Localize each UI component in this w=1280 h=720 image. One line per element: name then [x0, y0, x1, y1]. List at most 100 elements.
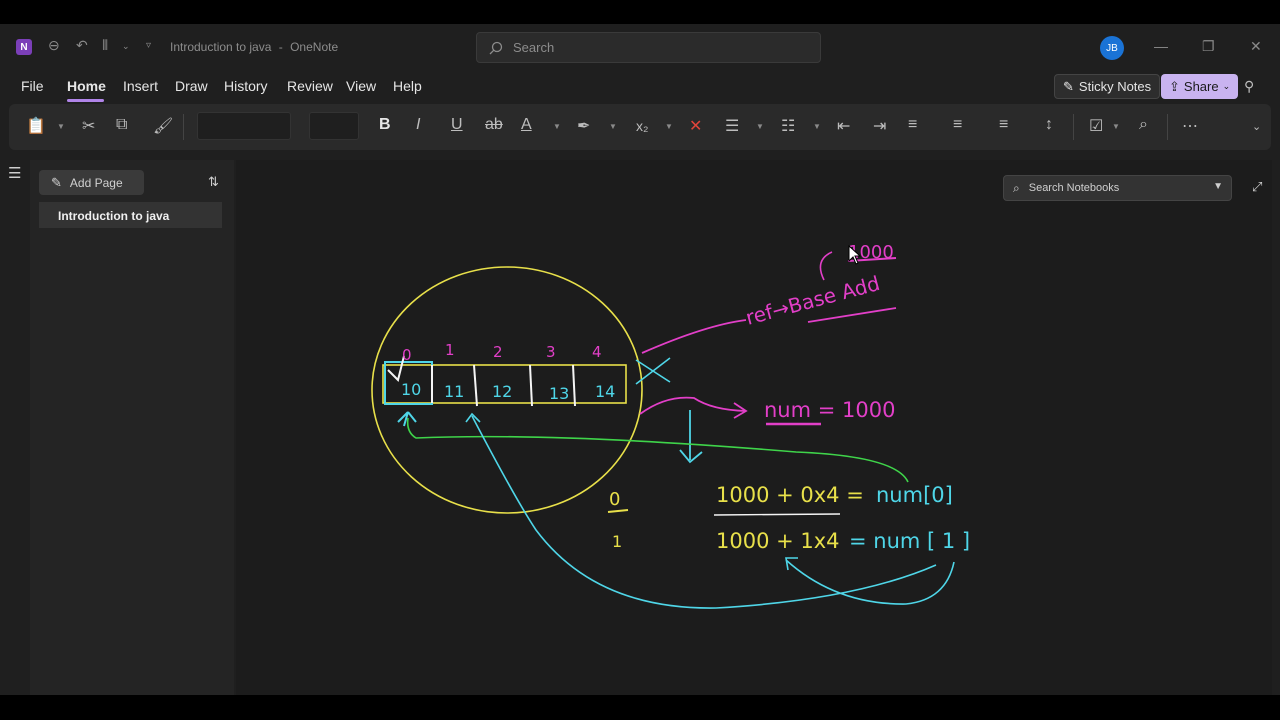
mouse-cursor-icon: [848, 245, 862, 265]
close-icon[interactable]: ✕: [1250, 38, 1262, 55]
menu-bar: File Home Insert Draw History Review Vie…: [0, 70, 1280, 104]
touch-mode-icon[interactable]: ⦀: [102, 37, 108, 54]
menu-view[interactable]: View: [346, 78, 376, 94]
undo-icon[interactable]: ↶: [76, 37, 88, 54]
highlight-icon[interactable]: ✒: [577, 116, 590, 136]
share-icon: ⇪: [1169, 78, 1180, 94]
search-input[interactable]: Search: [476, 32, 821, 63]
add-page-label: Add Page: [69, 175, 123, 190]
font-size-select[interactable]: [309, 112, 359, 140]
chevron-down-icon[interactable]: ▼: [57, 122, 65, 131]
num-arrow: [639, 396, 747, 415]
window-title: Introduction to java - OneNote: [170, 40, 338, 54]
sort-pages-icon[interactable]: ⇅: [208, 174, 219, 190]
add-page-button[interactable]: ✎ Add Page: [39, 170, 144, 195]
chevron-down-icon[interactable]: ⌄: [122, 41, 130, 52]
note-canvas[interactable]: ⌕ Search Notebooks ▼ ⤢ 0 1 2 3 4 10 11 1…: [236, 160, 1272, 695]
navigation-toggle-icon[interactable]: ☰: [8, 164, 21, 182]
sticky-notes-button[interactable]: ✎ Sticky Notes: [1054, 74, 1161, 99]
copy-icon[interactable]: ⧉: [116, 116, 127, 134]
app-name: OneNote: [290, 40, 339, 54]
chevron-down-icon[interactable]: ▼: [813, 122, 821, 131]
active-tab-indicator: [67, 99, 104, 102]
italic-icon[interactable]: I: [416, 116, 420, 134]
ribbon-divider: [1073, 114, 1074, 140]
format-painter-icon[interactable]: 🖌: [153, 116, 173, 136]
underline-stroke: [713, 513, 841, 516]
avatar[interactable]: JB: [1100, 36, 1124, 60]
more-options-icon[interactable]: ⋯: [1182, 116, 1198, 136]
screen-frame: N ⊖ ↶ ⦀ ⌄ ▿ Introduction to java - OneNo…: [0, 0, 1280, 720]
back-icon[interactable]: ⊖: [48, 37, 60, 54]
array-value: 14: [595, 382, 615, 401]
customize-qat-icon[interactable]: ▿: [146, 40, 151, 51]
formula1-left: 1000 + 0x4 =: [716, 483, 864, 507]
page-item-introduction-to-java[interactable]: Introduction to java: [39, 202, 222, 228]
minimize-icon[interactable]: —: [1154, 38, 1168, 54]
underline-stroke: [607, 509, 629, 513]
find-tags-icon[interactable]: ⌕: [1139, 116, 1148, 134]
increase-indent-icon[interactable]: ⇥: [873, 116, 886, 136]
arrow-head: [679, 449, 703, 464]
onenote-window: N ⊖ ↶ ⦀ ⌄ ▿ Introduction to java - OneNo…: [0, 24, 1280, 695]
cut-icon[interactable]: ✂: [82, 116, 95, 136]
paste-icon[interactable]: 📋: [26, 116, 46, 136]
index-label: 4: [592, 343, 602, 361]
ribbon-divider: [183, 114, 184, 140]
chevron-down-icon[interactable]: ▼: [553, 122, 561, 131]
chevron-down-icon[interactable]: ▼: [609, 122, 617, 131]
menu-file[interactable]: File: [21, 78, 44, 94]
collapse-ribbon-icon[interactable]: ⌄: [1252, 120, 1261, 133]
index-label: 1: [445, 341, 455, 359]
menu-help[interactable]: Help: [393, 78, 422, 94]
todo-tag-icon[interactable]: ☑: [1089, 116, 1103, 136]
font-color-icon[interactable]: A: [521, 116, 532, 134]
index-label: 2: [493, 343, 503, 361]
clear-formatting-icon[interactable]: ✕: [689, 116, 702, 136]
chevron-down-icon[interactable]: ▼: [756, 122, 764, 131]
formula2-right: = num [ 1 ]: [849, 529, 970, 553]
search-icon: [489, 41, 503, 54]
cell-divider: [572, 364, 576, 407]
index-label: 3: [546, 343, 556, 361]
strikethrough-icon[interactable]: ab: [485, 116, 503, 134]
subscript-icon[interactable]: x₂: [636, 118, 648, 134]
menu-insert[interactable]: Insert: [123, 78, 158, 94]
side-value-1: 1: [612, 532, 622, 551]
ribbon-divider: [1167, 114, 1168, 140]
share-label: Share: [1183, 79, 1219, 94]
array-value: 11: [444, 382, 464, 401]
search-placeholder: Search: [513, 40, 555, 55]
chevron-down-icon[interactable]: ▼: [1112, 122, 1120, 131]
chevron-down-icon[interactable]: ▼: [665, 122, 673, 131]
sticky-notes-label: Sticky Notes: [1078, 79, 1152, 94]
underline-icon[interactable]: U: [451, 116, 463, 134]
align-center-icon[interactable]: ≡: [953, 116, 962, 134]
document-title: Introduction to java: [170, 40, 272, 54]
num-equation: num = 1000: [764, 398, 895, 422]
cyan-loop-arrow: [785, 559, 955, 605]
index-label: 0: [402, 346, 412, 364]
feedback-icon[interactable]: ⚲: [1244, 78, 1254, 95]
line-spacing-icon[interactable]: ↕: [1045, 116, 1053, 134]
align-left-icon[interactable]: ≡: [908, 116, 917, 134]
formula1-right: num[0]: [876, 483, 953, 507]
align-right-icon[interactable]: ≡: [999, 116, 1008, 134]
pages-pane: ✎ Add Page ⇅ Introduction to java: [30, 160, 234, 695]
numbered-list-icon[interactable]: ☷: [781, 116, 795, 136]
menu-home[interactable]: Home: [67, 78, 106, 94]
bold-icon[interactable]: B: [379, 116, 391, 134]
restore-icon[interactable]: ❐: [1202, 38, 1215, 55]
cell-divider: [473, 364, 478, 407]
bullet-list-icon[interactable]: ☰: [725, 116, 739, 136]
title-bar: N ⊖ ↶ ⦀ ⌄ ▿ Introduction to java - OneNo…: [0, 24, 1280, 70]
formula2-left: 1000 + 1x4: [716, 529, 840, 553]
decrease-indent-icon[interactable]: ⇤: [837, 116, 850, 136]
share-button[interactable]: ⇪ Share ⌄: [1161, 74, 1239, 99]
font-family-select[interactable]: [197, 112, 291, 140]
menu-history[interactable]: History: [224, 78, 268, 94]
menu-review[interactable]: Review: [287, 78, 333, 94]
title-separator: -: [278, 40, 283, 54]
menu-draw[interactable]: Draw: [175, 78, 208, 94]
curl-stroke: [819, 251, 833, 281]
